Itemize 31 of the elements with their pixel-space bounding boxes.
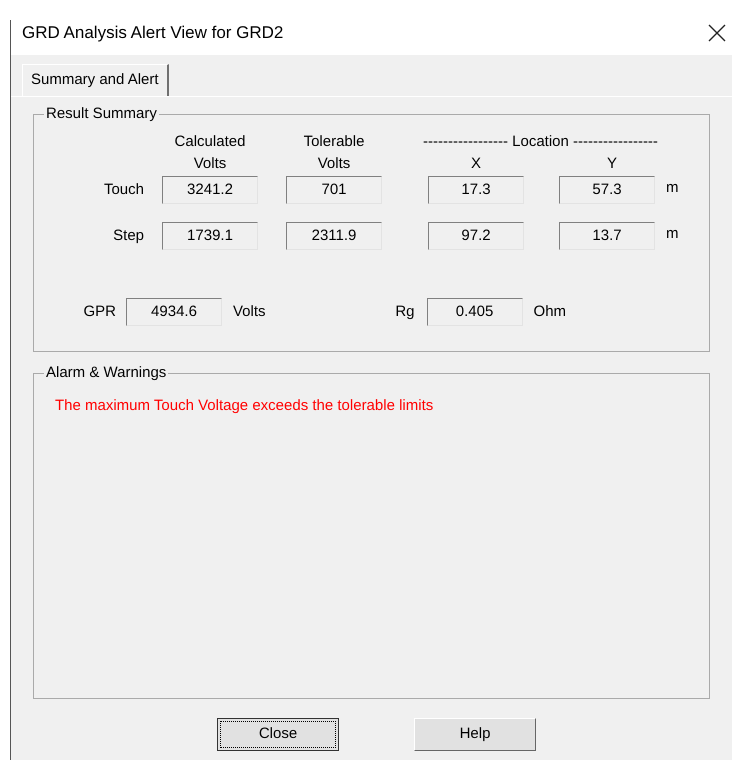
column-header: Y: [606, 154, 618, 174]
value-field: 2311.9: [286, 222, 382, 250]
close-icon[interactable]: [706, 22, 728, 44]
value-field: 57.3: [559, 176, 655, 204]
value-field: 13.7: [559, 222, 655, 250]
row-label: Touch: [102, 180, 144, 200]
gpr-label: GPR: [82, 302, 116, 322]
unit-label: m: [666, 224, 678, 244]
value-field: 3241.2: [162, 176, 258, 204]
value-field: 4934.6: [126, 298, 222, 326]
column-header: ----------------- Location -----------------: [422, 132, 659, 152]
value-field: 1739.1: [162, 222, 258, 250]
dialog-button[interactable]: Close: [217, 718, 339, 751]
value-field: 0.405: [426, 298, 523, 326]
unit-label: Ohm: [534, 302, 566, 322]
group-title: Alarm & Warnings: [44, 363, 168, 383]
value-field: 701: [286, 176, 382, 204]
group-title: Result Summary: [44, 104, 159, 124]
unit-label: m: [666, 178, 678, 198]
dialog-button[interactable]: Help: [414, 718, 536, 751]
value-field: 17.3: [428, 176, 524, 204]
column-header: Tolerable Volts: [302, 132, 366, 174]
rg-label: Rg: [394, 302, 415, 322]
row-label: Step: [112, 226, 144, 246]
tab[interactable]: Summary and Alert: [22, 64, 169, 96]
column-header: X: [470, 154, 482, 174]
unit-label: Volts: [233, 302, 266, 322]
window-title: GRD Analysis Alert View for GRD2: [22, 22, 284, 44]
alarm-message: The maximum Touch Voltage exceeds the tolerable limits: [55, 396, 434, 416]
value-field: 97.2: [428, 222, 524, 250]
column-header: Calculated Volts: [174, 132, 246, 174]
